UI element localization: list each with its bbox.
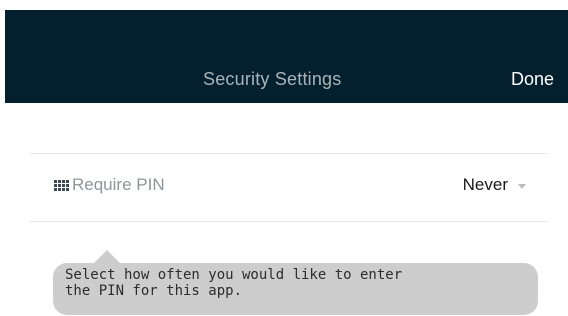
divider xyxy=(30,221,548,222)
page-title: Security Settings xyxy=(203,69,342,89)
require-pin-select[interactable]: Never xyxy=(463,175,508,195)
require-pin-row[interactable]: Require PIN Never xyxy=(30,154,548,221)
tooltip-text-line-1: Select how often you would like to enter xyxy=(65,267,403,283)
help-tooltip: Select how often you would like to enter… xyxy=(53,263,538,315)
done-button[interactable]: Done xyxy=(511,69,554,90)
tooltip-text-line-2: the PIN for this app. xyxy=(65,283,243,299)
tooltip-arrow xyxy=(94,250,120,263)
chevron-down-icon[interactable] xyxy=(518,184,526,189)
navigation-bar: Security Settings Done xyxy=(5,10,568,103)
require-pin-label: Require PIN xyxy=(72,175,165,194)
security-settings-screen: Security Settings Done Require PIN Never… xyxy=(0,0,568,316)
grid-icon xyxy=(54,180,69,192)
